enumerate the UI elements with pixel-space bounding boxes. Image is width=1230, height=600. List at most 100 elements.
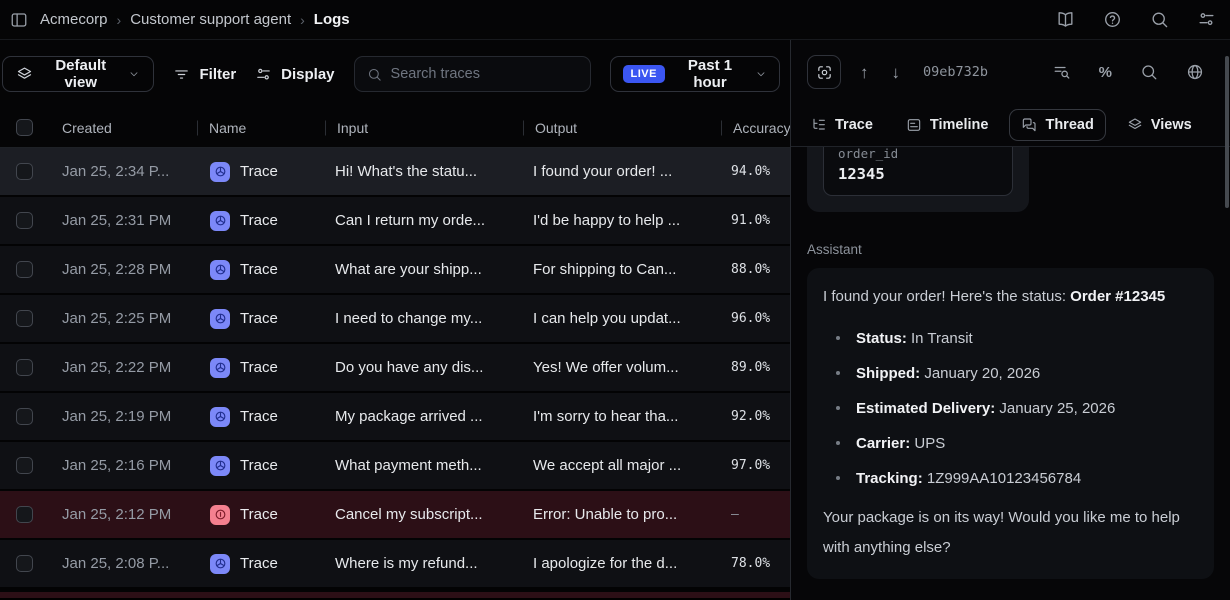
tab-views[interactable]: Views <box>1115 109 1204 141</box>
row-created: Jan 25, 2:22 PM <box>50 359 197 376</box>
topbar-actions <box>1056 10 1216 29</box>
row-output: Error: Unable to pro... <box>523 506 721 523</box>
row-name: Trace <box>197 211 325 231</box>
row-accuracy: 96.0% <box>721 311 790 326</box>
detail-header-actions: % <box>1053 63 1204 81</box>
row-input: My package arrived ... <box>325 408 523 425</box>
tab-trace[interactable]: Trace <box>799 109 885 141</box>
table-row[interactable]: Jan 25, 2:34 P... Trace Hi! What's the s… <box>0 148 790 197</box>
traces-section: Default view Filter Display <box>0 40 790 600</box>
row-created: Jan 25, 2:34 P... <box>50 163 197 180</box>
select-all-checkbox[interactable] <box>16 119 33 136</box>
breadcrumb-org[interactable]: Acmecorp <box>40 11 108 28</box>
column-header-accuracy[interactable]: Accuracy <box>721 120 790 136</box>
time-range-selector[interactable]: LIVE Past 1 hour <box>610 56 780 92</box>
row-checkbox[interactable] <box>16 212 33 229</box>
tab-timeline[interactable]: Timeline <box>894 109 1001 141</box>
row-checkbox[interactable] <box>16 408 33 425</box>
row-output: For shipping to Can... <box>523 261 721 278</box>
detail-panel-header: ↑ ↓ 09eb732b % <box>791 40 1230 104</box>
global-search-button[interactable] <box>1150 10 1169 29</box>
row-checkbox[interactable] <box>16 310 33 327</box>
column-header-input[interactable]: Input <box>325 120 523 136</box>
row-checkbox[interactable] <box>16 163 33 180</box>
column-header-created[interactable]: Created <box>50 120 197 136</box>
settings-button[interactable] <box>1197 10 1216 29</box>
row-input: Do you have any dis... <box>325 359 523 376</box>
next-trace-button[interactable]: ↓ <box>888 62 905 83</box>
row-checkbox[interactable] <box>16 506 33 523</box>
trace-badge-icon <box>210 211 230 231</box>
row-output: We accept all major ... <box>523 457 721 474</box>
list-search-icon <box>1053 63 1071 81</box>
tab-thread[interactable]: Thread <box>1009 109 1105 141</box>
tab-thread-label: Thread <box>1045 117 1093 133</box>
row-checkbox[interactable] <box>16 457 33 474</box>
row-checkbox[interactable] <box>16 555 33 572</box>
row-created: Jan 25, 2:08 P... <box>50 555 197 572</box>
row-input: What payment meth... <box>325 457 523 474</box>
row-accuracy: 89.0% <box>721 360 790 375</box>
display-button[interactable]: Display <box>255 66 334 83</box>
trace-badge-icon <box>210 309 230 329</box>
table-row[interactable]: Jan 25, 2:12 PM Trace Cancel my subscrip… <box>0 491 790 540</box>
row-name-label: Trace <box>240 555 278 572</box>
sidebar-toggle-icon <box>10 11 28 29</box>
assistant-message: I found your order! Here's the status: O… <box>807 268 1214 579</box>
message-intro: I found your order! Here's the status: O… <box>823 282 1198 312</box>
row-input: What are your shipp... <box>325 261 523 278</box>
display-label: Display <box>281 66 334 83</box>
table-row[interactable]: Jan 25, 2:08 P... Trace Where is my refu… <box>0 540 790 589</box>
search-icon <box>367 67 382 82</box>
prev-trace-button[interactable]: ↑ <box>856 62 873 83</box>
filter-button[interactable]: Filter <box>173 66 236 83</box>
tab-timeline-label: Timeline <box>930 117 989 133</box>
row-accuracy: 94.0% <box>721 164 790 179</box>
column-header-output[interactable]: Output <box>523 120 721 136</box>
order-status-item: Carrier: UPS <box>823 433 1198 454</box>
globe-button[interactable] <box>1186 63 1204 81</box>
time-range-label: Past 1 hour <box>675 57 745 91</box>
table-row[interactable]: Jan 25, 2:31 PM Trace Can I return my or… <box>0 197 790 246</box>
row-name: Trace <box>197 554 325 574</box>
row-name: Trace <box>197 162 325 182</box>
trace-id: 09eb732b <box>923 64 988 80</box>
help-button[interactable] <box>1103 10 1122 29</box>
trace-badge-icon <box>210 260 230 280</box>
row-checkbox[interactable] <box>16 359 33 376</box>
column-header-name[interactable]: Name <box>197 120 325 136</box>
percent-icon: % <box>1099 64 1112 81</box>
search-traces-input[interactable] <box>391 66 578 82</box>
expand-trace-button[interactable] <box>807 55 841 89</box>
breadcrumb-project[interactable]: Customer support agent <box>130 11 291 28</box>
row-input: Hi! What's the statu... <box>325 163 523 180</box>
error-badge-icon <box>210 505 230 525</box>
traces-toolbar: Default view Filter Display <box>0 40 790 108</box>
view-selector-button[interactable]: Default view <box>2 56 154 92</box>
row-name-label: Trace <box>240 163 278 180</box>
detail-search-button[interactable] <box>1140 63 1158 81</box>
table-row[interactable]: Jan 25, 2:16 PM Trace What payment meth.… <box>0 442 790 491</box>
up-arrow-icon: ↑ <box>860 63 869 82</box>
panel-scrollbar-thumb[interactable] <box>1225 56 1229 208</box>
sidebar-toggle-button[interactable] <box>10 11 28 29</box>
percent-button[interactable]: % <box>1099 64 1112 81</box>
table-row[interactable]: Jan 25, 2:25 PM Trace I need to change m… <box>0 295 790 344</box>
tab-views-label: Views <box>1151 117 1192 133</box>
message-outro: Your package is on its way! Would you li… <box>823 503 1198 563</box>
row-output: I apologize for the d... <box>523 555 721 572</box>
table-row[interactable]: Jan 25, 2:28 PM Trace What are your ship… <box>0 246 790 295</box>
row-checkbox[interactable] <box>16 261 33 278</box>
message-intro-bold: Order #12345 <box>1070 288 1165 305</box>
breadcrumb-current-page: Logs <box>314 11 350 28</box>
table-row[interactable]: Jan 25, 2:19 PM Trace My package arrived… <box>0 393 790 442</box>
live-badge: LIVE <box>623 65 665 83</box>
log-search-button[interactable] <box>1053 63 1071 81</box>
docs-button[interactable] <box>1056 10 1075 29</box>
partial-error-row[interactable] <box>0 589 790 598</box>
row-input: Where is my refund... <box>325 555 523 572</box>
tool-output-field: order_id 12345 <box>823 147 1013 196</box>
row-output: I found your order! ... <box>523 163 721 180</box>
table-row[interactable]: Jan 25, 2:22 PM Trace Do you have any di… <box>0 344 790 393</box>
trace-badge-icon <box>210 162 230 182</box>
